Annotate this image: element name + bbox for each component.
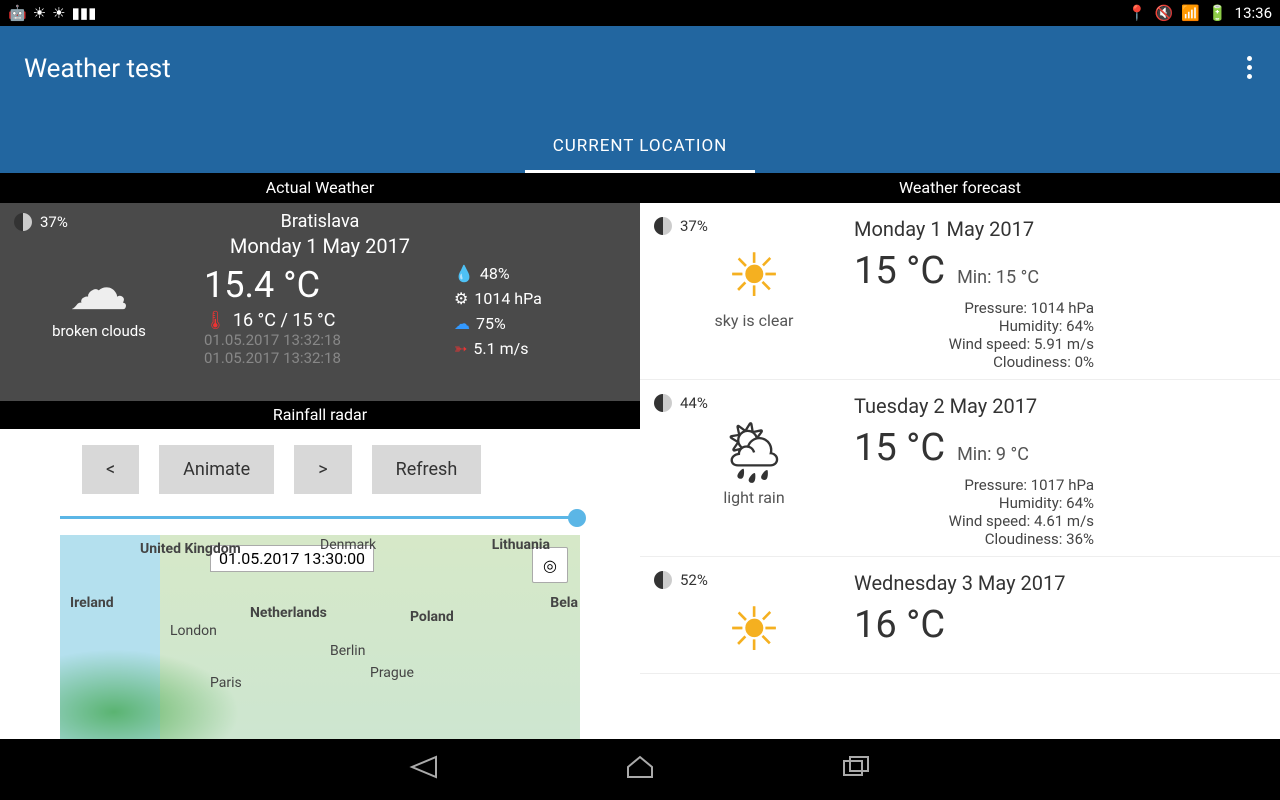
timestamp-1: 01.05.2017 13:32:18: [204, 331, 434, 349]
fc-moon-pct: 52%: [680, 571, 708, 589]
map-label: Ireland: [70, 595, 114, 611]
home-button[interactable]: [622, 753, 658, 781]
map-label: Prague: [370, 665, 414, 681]
map-label: Lithuania: [492, 537, 550, 553]
fc-wind: Wind speed: 5.91 m/s: [854, 335, 1094, 353]
fc-date: Tuesday 2 May 2017: [854, 394, 1266, 418]
overflow-menu-button[interactable]: [1247, 56, 1252, 79]
location-icon: 📍: [1128, 4, 1147, 22]
map-label: Denmark: [320, 537, 376, 553]
thermometer-icon: 🌡: [204, 310, 227, 331]
timestamp-2: 01.05.2017 13:32:18: [204, 349, 434, 367]
condition-text: broken clouds: [14, 322, 184, 340]
fc-humidity: Humidity: 64%: [854, 317, 1094, 335]
navigation-bar: [0, 739, 1280, 795]
wifi-icon: 📶: [1181, 4, 1200, 22]
fc-temp: 16 °C: [854, 603, 945, 647]
radar-prev-button[interactable]: <: [82, 445, 139, 494]
fc-date: Monday 1 May 2017: [854, 217, 1266, 241]
radar-next-button[interactable]: >: [294, 445, 351, 494]
fc-pressure: Pressure: 1017 hPa: [854, 476, 1094, 494]
bars-icon: ▮▮▮: [72, 4, 97, 22]
clock: 13:36: [1235, 4, 1272, 22]
android-icon: 🤖: [8, 4, 27, 22]
recent-button[interactable]: [838, 753, 874, 781]
forecast-item[interactable]: 52% ☀ Wednesday 3 May 2017 16 °C: [640, 557, 1280, 674]
cloud-pct: 75%: [476, 314, 506, 333]
fc-moon-pct: 37%: [680, 217, 708, 235]
map-label: United Kingdom: [140, 541, 241, 557]
forecast-item[interactable]: 37% ☀ sky is clear Monday 1 May 2017 15 …: [640, 203, 1280, 380]
brightness-icon: ☀: [33, 4, 46, 22]
pressure-icon: ⚙: [454, 289, 468, 308]
section-actual: Actual Weather: [0, 173, 640, 203]
section-forecast: Weather forecast: [640, 173, 1280, 203]
brightness-icon-2: ☀: [52, 4, 65, 22]
back-button[interactable]: [406, 753, 442, 781]
fc-min: Min: 9 °C: [957, 444, 1029, 465]
fc-humidity: Humidity: 64%: [854, 494, 1094, 512]
radar-refresh-button[interactable]: Refresh: [372, 445, 482, 494]
radar-title: Rainfall radar: [0, 401, 640, 429]
wind-icon: ➳: [454, 339, 467, 358]
moon-phase-icon: [654, 217, 672, 235]
radar-map[interactable]: 01.05.2017 13:30:00 ◎ United Kingdom Ire…: [60, 535, 580, 739]
moon-phase-icon: [14, 213, 32, 231]
section-headers: Actual Weather Weather forecast: [0, 173, 1280, 203]
map-label: Paris: [210, 675, 242, 691]
slider-thumb[interactable]: [568, 509, 586, 527]
fc-condition: sky is clear: [654, 311, 854, 330]
map-label: Bela: [550, 595, 578, 611]
fc-date: Wednesday 3 May 2017: [854, 571, 1266, 595]
fc-temp: 15 °C: [854, 426, 945, 470]
humidity: 48%: [480, 264, 510, 283]
pressure: 1014 hPa: [474, 289, 541, 308]
tab-current-location[interactable]: CURRENT LOCATION: [525, 122, 756, 173]
fc-cloud: Cloudiness: 0%: [854, 353, 1094, 371]
forecast-panel[interactable]: 37% ☀ sky is clear Monday 1 May 2017 15 …: [640, 203, 1280, 739]
sun-icon: ☀: [654, 595, 854, 665]
fc-moon-pct: 44%: [680, 394, 708, 412]
radar-time-slider[interactable]: [60, 516, 580, 519]
fc-min: Min: 15 °C: [957, 267, 1039, 288]
radar-animate-button[interactable]: Animate: [159, 445, 274, 494]
fc-wind: Wind speed: 4.61 m/s: [854, 512, 1094, 530]
status-bar: 🤖 ☀ ☀ ▮▮▮ 📍 🔇 📶 🔋 13:36: [0, 0, 1280, 26]
battery-icon: 🔋: [1208, 4, 1227, 22]
temperature: 15.4 °C: [204, 264, 434, 306]
moon-phase-icon: [654, 571, 672, 589]
actual-weather-panel: 37% Bratislava Monday 1 May 2017 ☁ broke…: [0, 203, 640, 401]
moon-pct: 37%: [40, 213, 68, 231]
map-label: Poland: [410, 609, 454, 625]
forecast-item[interactable]: 44% 🌦 light rain Tuesday 2 May 2017 15 °…: [640, 380, 1280, 557]
humidity-icon: 💧: [454, 264, 474, 283]
rain-icon: 🌦: [654, 418, 854, 488]
map-label: Berlin: [330, 643, 365, 659]
cloud-icon: ☁: [14, 264, 184, 314]
cloud-pct-icon: ☁: [454, 314, 470, 333]
fc-pressure: Pressure: 1014 hPa: [854, 299, 1094, 317]
wind-speed: 5.1 m/s: [473, 339, 528, 358]
map-label: London: [170, 623, 217, 639]
fc-temp: 15 °C: [854, 249, 945, 293]
fc-cloud: Cloudiness: 36%: [854, 530, 1094, 548]
rain-overlay: [60, 649, 240, 739]
app-header: Weather test CURRENT LOCATION: [0, 26, 1280, 173]
map-label: Netherlands: [250, 605, 327, 621]
city-name: Bratislava: [14, 211, 626, 232]
mute-icon: 🔇: [1155, 4, 1174, 22]
moon-phase-icon: [654, 394, 672, 412]
sun-icon: ☀: [654, 241, 854, 311]
minmax-temp: 16 °C / 15 °C: [233, 310, 336, 331]
fc-condition: light rain: [654, 488, 854, 507]
app-title: Weather test: [24, 54, 1256, 84]
